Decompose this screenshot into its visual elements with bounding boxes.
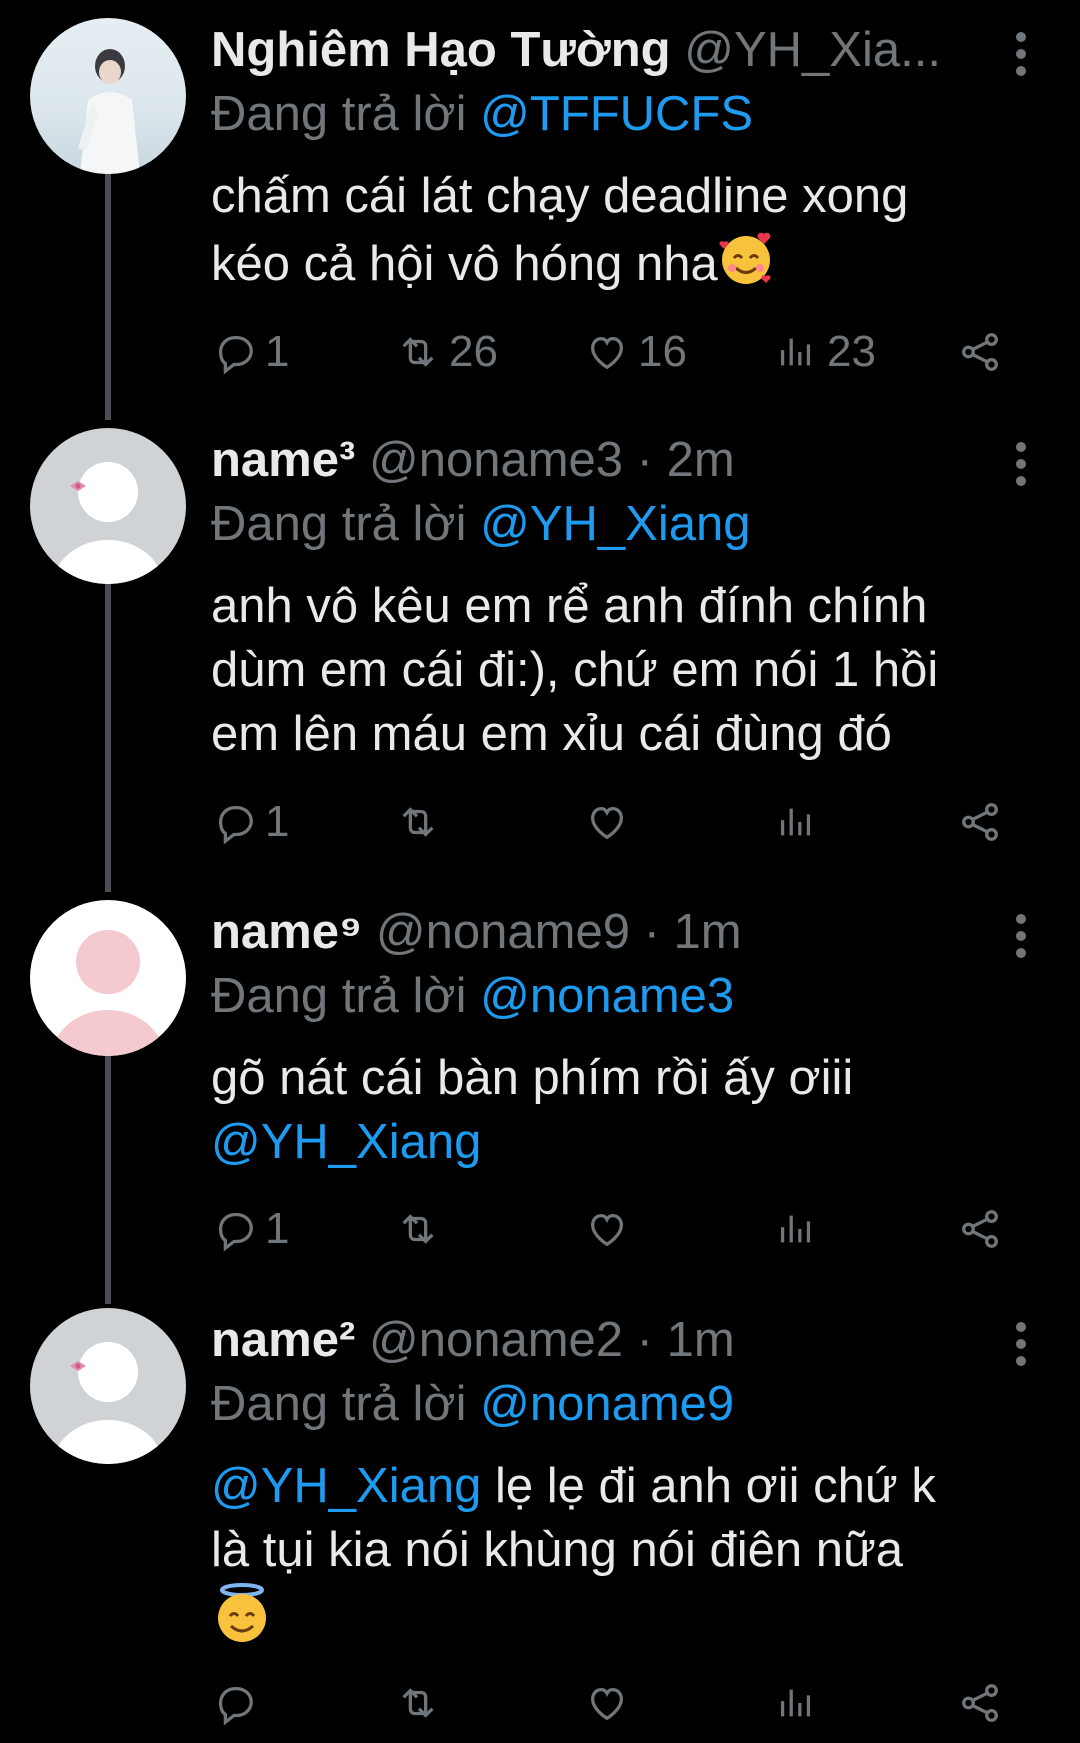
retweet-icon [401, 337, 435, 367]
share-button[interactable] [957, 1204, 1003, 1254]
mention-link[interactable]: @YH_Xiang [211, 1110, 1080, 1174]
like-icon [590, 806, 624, 839]
handle[interactable]: @noname2 · 1m [369, 1313, 735, 1367]
views-button[interactable] [773, 1678, 819, 1728]
views-button[interactable] [773, 1204, 819, 1254]
mention-link[interactable]: @noname3 [480, 969, 734, 1023]
share-icon [962, 1210, 998, 1248]
like-icon [590, 1213, 624, 1246]
tweet-text: gõ nát cái bàn phím rồi ấy ơiii @YH_Xian… [211, 1046, 1080, 1174]
share-icon [962, 803, 998, 841]
reply-button[interactable]: 1 [211, 327, 289, 377]
tweet-actions [211, 1678, 1011, 1728]
retweet-icon [401, 807, 435, 837]
like-button[interactable] [584, 1204, 630, 1254]
mention-link[interactable]: @YH_Xiang [480, 497, 750, 551]
reply-button[interactable]: 1 [211, 1204, 289, 1254]
display-name[interactable]: name⁹ [211, 905, 362, 959]
tweet-header: Nghiêm Hạo Tường @YH_Xia... [211, 18, 1080, 82]
retweet-button[interactable]: 26 [395, 327, 498, 377]
mention-link[interactable]: @noname9 [480, 1377, 734, 1431]
avatar[interactable] [30, 428, 186, 584]
reply-icon [218, 805, 253, 843]
tweet-actions: 1 [211, 1204, 1011, 1254]
tweet-text: @YH_Xiang lẹ lẹ đi anh ơii chứ k là tụi … [211, 1454, 1080, 1660]
views-icon [780, 1687, 811, 1719]
mention-link[interactable]: @TFFUCFS [480, 87, 753, 141]
more-icon[interactable] [1014, 1322, 1028, 1373]
smiling-face-with-halo-icon [211, 1582, 273, 1660]
reply-button[interactable] [211, 1678, 257, 1728]
mention-link[interactable]: @YH_Xiang [211, 1459, 481, 1513]
replying-to: Đang trả lời @YH_Xiang [211, 497, 751, 551]
retweet-icon [401, 1688, 435, 1718]
avatar[interactable] [30, 900, 186, 1056]
share-button[interactable] [957, 797, 1003, 847]
like-icon [590, 1687, 624, 1720]
views-button[interactable]: 23 [773, 327, 876, 377]
smiling-face-with-hearts-icon [718, 228, 778, 304]
display-name[interactable]: name³ [211, 433, 355, 487]
more-icon[interactable] [1014, 32, 1028, 83]
tweet-2[interactable]: name³ @noname3 · 2m Đang trả lời @YH_Xia… [0, 428, 1080, 828]
avatar[interactable] [30, 18, 186, 174]
share-icon [962, 1684, 998, 1722]
like-button[interactable] [584, 1678, 630, 1728]
tweet-actions: 1 [211, 797, 1011, 847]
handle[interactable]: @noname3 · 2m [369, 433, 735, 487]
tweet-header: name⁹ @noname9 · 1m [211, 900, 1080, 964]
default-avatar [50, 930, 166, 1056]
more-icon[interactable] [1014, 914, 1028, 965]
reply-icon [218, 1212, 253, 1250]
default-avatar [52, 1342, 164, 1464]
reply-icon [218, 1686, 253, 1724]
share-icon [962, 333, 998, 371]
replying-to: Đang trả lời @noname3 [211, 969, 735, 1023]
share-button[interactable] [957, 1678, 1003, 1728]
views-icon [780, 1213, 811, 1245]
tweet-header: name² @noname2 · 1m [211, 1308, 1080, 1372]
reply-button[interactable]: 1 [211, 797, 289, 847]
avatar[interactable] [30, 1308, 186, 1464]
reply-icon [218, 335, 253, 373]
handle[interactable]: @YH_Xia... [684, 23, 941, 77]
retweet-button[interactable] [395, 797, 441, 847]
like-icon [590, 336, 624, 369]
display-name[interactable]: Nghiêm Hạo Tường [211, 23, 671, 77]
avatar-photo [78, 49, 140, 174]
tweet-text: anh vô kêu em rể anh đính chính dùm em c… [211, 579, 939, 761]
replying-to: Đang trả lời @noname9 [211, 1377, 735, 1431]
views-button[interactable] [773, 797, 819, 847]
replying-to: Đang trả lời @TFFUCFS [211, 87, 754, 141]
more-icon[interactable] [1014, 442, 1028, 493]
display-name[interactable]: name² [211, 1313, 355, 1367]
views-icon [780, 806, 811, 838]
handle[interactable]: @noname9 · 1m [376, 905, 742, 959]
tweet-1[interactable]: Nghiêm Hạo Tường @YH_Xia... Đang trả lời… [0, 18, 1080, 378]
like-button[interactable]: 16 [584, 327, 687, 377]
tweet-header: name³ @noname3 · 2m [211, 428, 1080, 492]
retweet-button[interactable] [395, 1678, 441, 1728]
share-button[interactable] [957, 327, 1003, 377]
default-avatar [52, 462, 164, 584]
like-button[interactable] [584, 797, 630, 847]
tweet-text: chấm cái lát chạy deadline xong kéo cả h… [211, 164, 1080, 304]
tweet-actions: 1 26 16 23 [211, 327, 1011, 377]
tweet-4[interactable]: name² @noname2 · 1m Đang trả lời @noname… [0, 1308, 1080, 1738]
tweet-3[interactable]: name⁹ @noname9 · 1m Đang trả lời @noname… [0, 900, 1080, 1230]
retweet-icon [401, 1214, 435, 1244]
retweet-button[interactable] [395, 1204, 441, 1254]
views-icon [780, 336, 811, 368]
